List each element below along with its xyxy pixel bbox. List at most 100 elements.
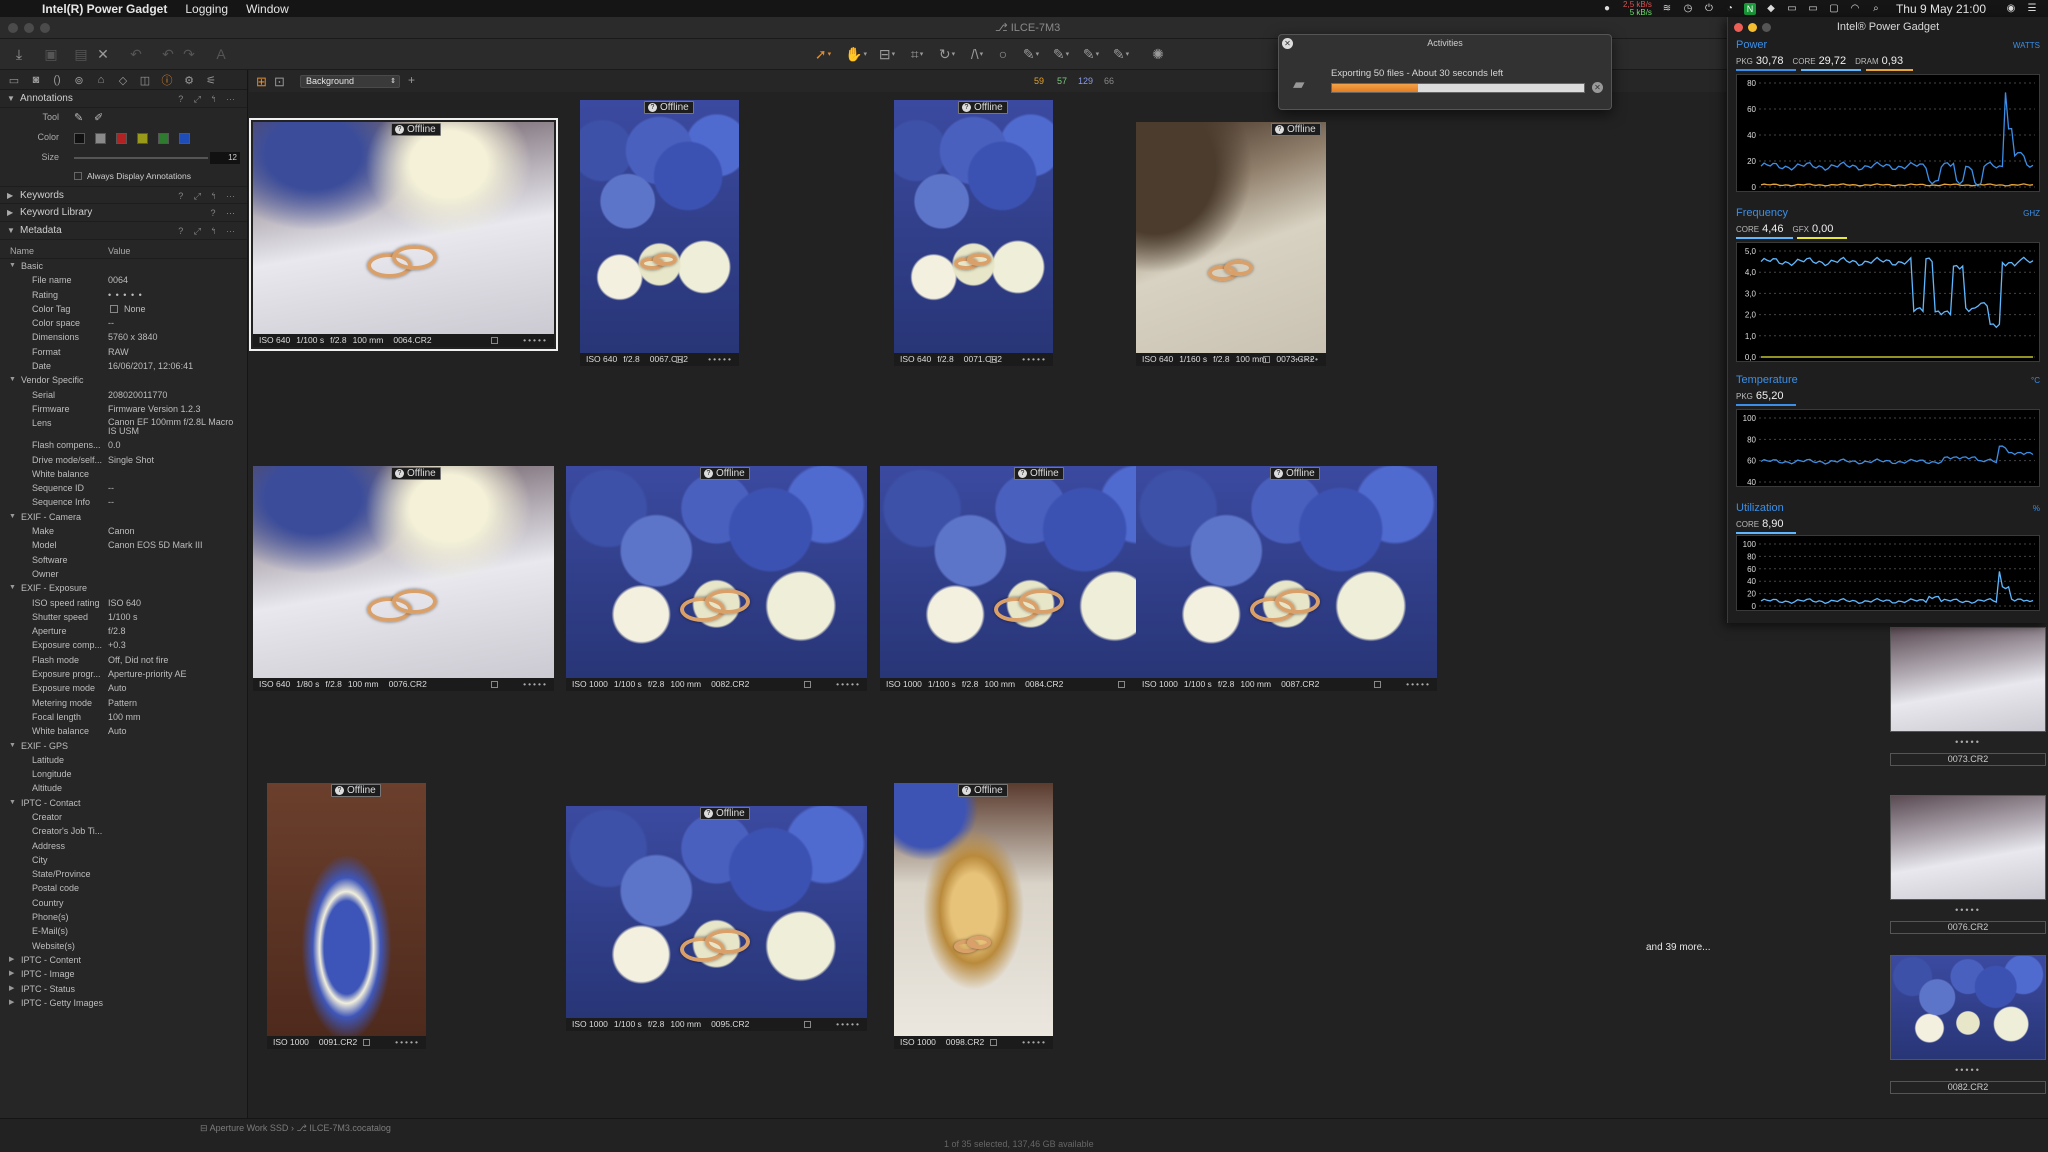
image-thumbnail[interactable]: ? Offline ISO 1000 1/100 s f/2.8 100 mm 0082.C… <box>566 466 867 691</box>
rating-dots[interactable]: ••••• <box>708 353 733 366</box>
zoom-window-button[interactable] <box>40 23 50 33</box>
crop-tool-icon[interactable]: ⌗ ▾ <box>906 44 928 64</box>
color-tag-swatch[interactable] <box>110 304 118 313</box>
value-column-header[interactable]: Value <box>108 246 130 256</box>
airplay-icon[interactable]: ▢ <box>1828 3 1840 15</box>
image-thumbnail[interactable]: ? Offline ISO 640 f/2.8 0071.CR2 ••••• <box>894 100 1053 366</box>
metadata-value[interactable]: Firmware Version 1.2.3 <box>108 402 201 416</box>
count-badge-blue[interactable]: 129 <box>1078 76 1093 86</box>
color-swatch-yellow[interactable] <box>137 133 148 144</box>
image-thumbnail[interactable]: ? Offline ISO 640 f/2.8 0067.CR2 ••••• <box>580 100 739 366</box>
menu-logging[interactable]: Logging <box>185 2 228 16</box>
metadata-value[interactable]: Off, Did not fire <box>108 653 168 667</box>
cancel-activity-icon[interactable]: ✕ <box>1592 82 1603 93</box>
keyword-library-section-header[interactable]: ▶ Keyword Library ? ⋯ <box>0 204 247 222</box>
rating-dots[interactable]: ••••• <box>1022 353 1047 366</box>
metadata-value[interactable]: -- <box>108 316 114 330</box>
metadata-value[interactable]: 100 mm <box>108 710 141 724</box>
import-icon[interactable]: ⤓ <box>8 44 30 64</box>
rating-dots[interactable]: ••••• <box>523 334 548 347</box>
path-drive[interactable]: Aperture Work SSD <box>210 1123 289 1133</box>
filmstrip-thumbnail[interactable]: ••••• 0073.CR2 <box>1890 627 2046 777</box>
metadata-value[interactable]: -- <box>108 495 114 509</box>
color-swatch-blue[interactable] <box>179 133 190 144</box>
background-select[interactable]: Background ⇕ <box>300 75 400 88</box>
color-tag-checkbox[interactable] <box>363 1039 370 1046</box>
color-tab-icon[interactable]: ⊚ <box>72 73 86 87</box>
brush-tool-icon[interactable]: ✎ ▾ <box>1020 44 1042 64</box>
color-swatch-black[interactable] <box>74 133 85 144</box>
user-avatar-icon[interactable]: ◉ <box>2005 3 2017 15</box>
camera-capture-icon[interactable]: ▣ <box>40 44 62 64</box>
annotations-section-header[interactable]: ▼ Annotations ? ⤢ ↰ ⋯ <box>0 90 247 108</box>
power-icon[interactable]: ⏻ <box>1703 3 1715 15</box>
local-adjustments-tab-icon[interactable]: ◫ <box>138 73 152 87</box>
close-window-button[interactable] <box>8 23 18 33</box>
metadata-value[interactable]: • • • • • <box>108 288 143 302</box>
wifi-status-icon[interactable]: ≋ <box>1661 3 1673 15</box>
pan-tool-icon[interactable]: ✋ ▾ <box>845 44 867 64</box>
keystone-tool-icon[interactable]: /\ ▾ <box>966 44 988 64</box>
clock-sync-icon[interactable]: ◷ <box>1682 3 1694 15</box>
notification-center-icon[interactable]: ☰ <box>2026 3 2038 15</box>
menu-app[interactable]: Intel(R) Power Gadget <box>42 2 167 16</box>
rating-dots[interactable]: ••••• <box>1890 737 2046 747</box>
metadata-group[interactable]: ▼ EXIF - GPS <box>0 739 247 753</box>
metadata-value[interactable]: None <box>124 302 146 316</box>
metadata-value[interactable]: 16/06/2017, 12:06:41 <box>108 359 193 373</box>
metadata-group[interactable]: ▼ EXIF - Camera <box>0 510 247 524</box>
batch-tab-icon[interactable]: ⚟ <box>204 73 218 87</box>
undo-icon[interactable]: ↶ <box>157 44 179 64</box>
spotlight-search-icon[interactable]: ⌕ <box>1870 3 1882 15</box>
rating-dots[interactable]: ••••• <box>836 678 861 691</box>
filmstrip-thumbnail[interactable]: ••••• 0082.CR2 <box>1890 955 2046 1105</box>
rating-dots[interactable]: ••••• <box>1890 1065 2046 1075</box>
timer-icon[interactable]: ◔ <box>1724 3 1736 15</box>
color-tag-checkbox[interactable] <box>804 681 811 688</box>
metadata-value[interactable]: RAW <box>108 345 129 359</box>
lens-tab-icon[interactable]: () <box>50 73 64 87</box>
color-swatch-gray[interactable] <box>95 133 106 144</box>
rating-dots[interactable]: ••••• <box>836 1018 861 1031</box>
color-tag-checkbox[interactable] <box>1263 356 1270 363</box>
capture-tab-icon[interactable]: ◙ <box>29 73 43 87</box>
metadata-tab-icon[interactable]: ⓘ <box>160 73 174 87</box>
viewer-view-icon[interactable]: ⊡ <box>274 74 285 90</box>
battery-icon[interactable]: ▭ <box>1786 3 1798 15</box>
wifi-icon[interactable]: ◠ <box>1849 3 1861 15</box>
metadata-value[interactable]: Pattern <box>108 696 137 710</box>
color-tag-checkbox[interactable] <box>1374 681 1381 688</box>
path-catalog[interactable]: ILCE-7M3.cocatalog <box>309 1123 391 1133</box>
filmstrip-image[interactable] <box>1890 627 2046 732</box>
image-thumbnail[interactable]: ? Offline ISO 640 1/160 s f/2.8 100 mm 0073.CR… <box>1136 122 1326 366</box>
name-column-header[interactable]: Name <box>10 246 34 256</box>
color-swatch-green[interactable] <box>158 133 169 144</box>
metadata-value[interactable]: -- <box>108 481 114 495</box>
image-thumbnail[interactable]: ? Offline ISO 1000 0098.CR2 ••••• <box>894 783 1053 1049</box>
count-badge-green[interactable]: 57 <box>1057 76 1067 86</box>
image-thumbnail[interactable]: ? Offline ISO 1000 1/100 s f/2.8 100 mm 0095.C… <box>566 806 867 1031</box>
display-icon[interactable]: ▭ <box>1807 3 1819 15</box>
metadata-value[interactable]: Aperture-priority AE <box>108 667 187 681</box>
stamp-tool-icon[interactable]: ⊟ ▾ <box>876 44 898 64</box>
metadata-value[interactable]: Auto <box>108 724 127 738</box>
power-gadget-icon[interactable]: N <box>1743 2 1756 15</box>
text-tool-icon[interactable]: A <box>210 44 232 64</box>
exposure-tab-icon[interactable]: ⌂ <box>94 73 108 87</box>
grid-view-icon[interactable]: ⊞ <box>256 74 267 90</box>
image-thumbnail[interactable]: ? Offline ISO 1000 1/100 s f/2.8 100 mm 0087.C… <box>1136 466 1437 691</box>
metadata-value[interactable]: Canon EF 100mm f/2.8L Macro IS USM <box>108 418 243 436</box>
section-controls[interactable]: ? ⋯ <box>210 204 239 222</box>
export-icon[interactable]: ▤ <box>70 44 92 64</box>
rating-dots[interactable]: ••••• <box>1022 1036 1047 1049</box>
output-tab-icon[interactable]: ⚙ <box>182 73 196 87</box>
select-cursor-tool-icon[interactable]: ➚ ▾ <box>812 44 834 64</box>
metadata-value[interactable]: 0064 <box>108 273 128 287</box>
filmstrip-image[interactable] <box>1890 795 2046 900</box>
section-controls[interactable]: ? ⤢ ↰ ⋯ <box>178 90 239 108</box>
color-swatch-red[interactable] <box>116 133 127 144</box>
color-tag-checkbox[interactable] <box>990 1039 997 1046</box>
metadata-group[interactable]: ▼ Vendor Specific <box>0 373 247 387</box>
image-thumbnail[interactable]: ? Offline ISO 640 1/100 s f/2.8 100 mm 0064.CR… <box>249 118 558 351</box>
rating-dots[interactable]: ••••• <box>395 1036 420 1049</box>
